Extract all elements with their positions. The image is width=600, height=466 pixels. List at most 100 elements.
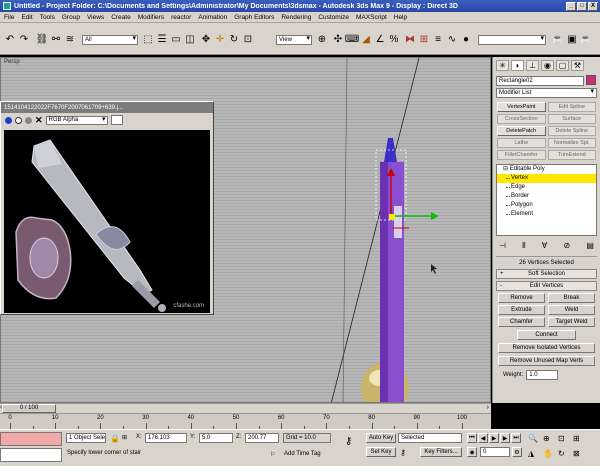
goto-start-icon[interactable]: ⏮ <box>467 433 477 443</box>
orbit-icon[interactable]: ↻ <box>558 449 565 458</box>
add-time-tag[interactable]: Add Time Tag <box>284 451 321 457</box>
time-tag-icon[interactable]: ⚐ <box>270 451 275 458</box>
menu-create[interactable]: Create <box>111 14 131 21</box>
background-swatch[interactable] <box>110 115 123 125</box>
maxscript-listener-output[interactable] <box>0 432 62 446</box>
menu-customize[interactable]: Customize <box>318 14 349 21</box>
select-scale-icon[interactable]: ⊡ <box>242 33 254 45</box>
zoom-icon[interactable]: 🔍 <box>528 434 538 443</box>
keyboard-shortcut-icon[interactable]: ⌨ <box>345 33 359 45</box>
connect-button[interactable]: Connect <box>517 330 576 340</box>
undo-icon[interactable]: ↶ <box>4 33 16 45</box>
redo-icon[interactable]: ↷ <box>18 33 30 45</box>
current-frame-field[interactable]: 0 <box>480 447 510 457</box>
stack-item-border[interactable]: Border <box>497 192 596 201</box>
selection-filter-dropdown[interactable]: All <box>82 35 138 45</box>
modifier-button-edit-spline[interactable]: Edit Spline <box>547 102 596 112</box>
stack-item-editable-poly[interactable]: ⊟ Editable Poly <box>497 165 596 174</box>
modifier-button-deletepatch[interactable]: DeletePatch <box>497 126 546 136</box>
prev-frame-icon[interactable]: ◀ <box>478 433 488 443</box>
angle-snap-icon[interactable]: ∠ <box>374 33 386 45</box>
x-coordinate-field[interactable]: 176.103 <box>145 433 187 443</box>
weight-spinner[interactable]: 1.0 <box>526 370 559 380</box>
snaps-toggle-icon[interactable]: ◢ <box>360 33 372 45</box>
select-manipulate-icon[interactable]: ✣ <box>332 33 344 45</box>
set-keys-icon[interactable]: ⚷ <box>400 448 406 457</box>
break-button[interactable]: Break <box>548 293 595 303</box>
object-name-input[interactable]: Rectangle02 <box>496 76 584 86</box>
material-editor-icon[interactable]: ● <box>460 33 472 45</box>
utilities-tab-icon[interactable]: ⚒ <box>571 60 584 71</box>
menu-help[interactable]: Help <box>394 14 407 21</box>
prev-frame-arrow-icon[interactable]: ‹ <box>0 404 2 411</box>
hierarchy-tab-icon[interactable]: ⊥ <box>526 60 539 71</box>
lock-selection-icon[interactable]: 🔒 <box>110 434 120 443</box>
menu-views[interactable]: Views <box>87 14 104 21</box>
select-object-icon[interactable]: ⬚ <box>142 33 154 45</box>
remove-modifier-icon[interactable]: ⊘ <box>563 241 570 251</box>
y-coordinate-field[interactable]: 5.0 <box>199 433 233 443</box>
window-crossing-icon[interactable]: ◫ <box>184 33 196 45</box>
remove-button[interactable]: Remove <box>498 293 545 303</box>
modifier-button-trimextend[interactable]: TrimExtend <box>547 150 596 160</box>
clear-icon[interactable]: ✕ <box>35 115 43 126</box>
remove-isolated-vertices-button[interactable]: Remove Isolated Vertices <box>498 343 595 353</box>
key-mode-toggle-icon[interactable]: ◆ <box>467 447 477 457</box>
pan-icon[interactable]: ✋ <box>543 449 553 458</box>
curve-editor-icon[interactable]: ∿ <box>446 33 458 45</box>
next-frame-icon[interactable]: ▶ <box>500 433 510 443</box>
extrude-button[interactable]: Extrude <box>498 305 545 315</box>
field-of-view-icon[interactable]: ◮ <box>528 449 534 458</box>
stack-item-edge[interactable]: Edge <box>497 183 596 192</box>
set-key-button[interactable]: Set Key <box>366 447 396 457</box>
create-tab-icon[interactable]: ✳ <box>496 60 509 71</box>
remove-unused-map-verts-button[interactable]: Remove Unused Map Verts <box>498 356 595 366</box>
pivot-center-icon[interactable]: ⊕ <box>316 33 328 45</box>
edit-vertices-rollout[interactable]: - Edit Vertices <box>496 281 597 291</box>
close-button[interactable]: X <box>588 1 598 11</box>
modifier-button-vertexpaint[interactable]: VertexPaint <box>497 102 546 112</box>
link-icon[interactable]: ⛓ <box>36 33 49 45</box>
soft-selection-rollout[interactable]: + Soft Selection <box>496 269 597 279</box>
chamfer-button[interactable]: Chamfer <box>498 317 545 327</box>
rendered-image-window[interactable]: 1514104122022F7670F2007061709+639.j... ✕… <box>0 101 214 315</box>
menu-graph-editors[interactable]: Graph Editors <box>234 14 274 21</box>
select-move-icon[interactable]: ✥ <box>200 33 212 45</box>
menu-maxscript[interactable]: MAXScript <box>356 14 387 21</box>
app-icon[interactable] <box>3 2 11 10</box>
time-config-icon[interactable]: ⚙ <box>512 447 522 457</box>
rect-selection-icon[interactable]: ▭ <box>170 33 182 45</box>
weld-button[interactable]: Weld <box>548 305 595 315</box>
select-rotate-alt-icon[interactable]: ↻ <box>228 33 240 45</box>
pin-stack-icon[interactable]: ⊣ <box>499 241 506 251</box>
key-icon[interactable]: ⚷ <box>345 436 352 447</box>
target-weld-button[interactable]: Target Weld <box>548 317 595 327</box>
maxscript-listener-input[interactable] <box>0 448 62 462</box>
menu-tools[interactable]: Tools <box>40 14 55 21</box>
z-coordinate-field[interactable]: 200.77 <box>245 433 279 443</box>
maximize-viewport-icon[interactable]: ⊠ <box>573 449 580 458</box>
menu-rendering[interactable]: Rendering <box>281 14 311 21</box>
modify-tab-icon[interactable]: ◗ <box>511 60 524 71</box>
unlink-icon[interactable]: ⚯ <box>50 33 62 45</box>
menu-group[interactable]: Group <box>62 14 80 21</box>
zoom-extents-icon[interactable]: ⊡ <box>558 434 565 443</box>
auto-key-button[interactable]: Auto Key <box>366 433 396 443</box>
render-setup-icon[interactable]: ☕ <box>552 33 564 45</box>
modifier-button-filletchamfer[interactable]: FilletChamfer <box>497 150 546 160</box>
quick-render-icon[interactable]: ☕ <box>580 33 592 45</box>
menu-file[interactable]: File <box>4 14 14 21</box>
mono-channel-icon[interactable] <box>15 116 22 124</box>
time-slider-thumb[interactable]: 0 / 100 <box>2 404 56 413</box>
modifier-list-dropdown[interactable]: Modifier List <box>496 88 597 98</box>
modifier-button-surface[interactable]: Surface <box>547 114 596 124</box>
rgb-channel-icon[interactable] <box>5 116 12 124</box>
bind-spacewarp-icon[interactable]: ≋ <box>64 33 76 45</box>
maximize-button[interactable]: □ <box>577 1 587 11</box>
motion-tab-icon[interactable]: ◉ <box>541 60 554 71</box>
menu-animation[interactable]: Animation <box>198 14 227 21</box>
configure-sets-icon[interactable]: ▤ <box>586 241 594 251</box>
percent-snap-icon[interactable]: % <box>388 33 400 45</box>
show-end-result-icon[interactable]: ⫴ <box>522 241 525 251</box>
play-icon[interactable]: ▶ <box>489 433 499 443</box>
